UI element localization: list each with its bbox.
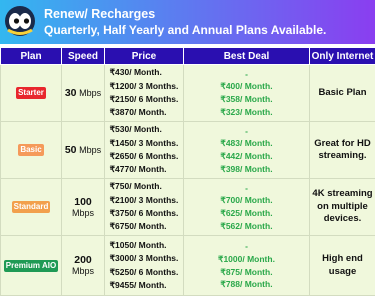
price-line: ₹2150/ 6 Months. <box>109 94 179 104</box>
price-line: ₹9455/ Month. <box>109 279 167 290</box>
deal-line: ₹875/ Month. <box>220 266 273 277</box>
speed-unit: Mbps <box>79 145 102 155</box>
plan-cell: Premium AIO <box>0 235 62 296</box>
price-line: ₹530/ Month. <box>109 124 162 135</box>
plan-cell: Basic <box>0 121 62 179</box>
table-row: Premium AIO 200 Mbps ₹1050/ Month. ₹3000/ 3… <box>0 235 375 296</box>
deal-list: - ₹400/ Month. ₹358/ Month. ₹323/ Month. <box>220 68 272 118</box>
deal-line: ₹625/ Month. <box>220 208 273 218</box>
column-header-only-internet: Only Internet <box>309 47 375 65</box>
column-header-speed: Speed <box>61 47 105 65</box>
deal-list: - ₹700/ Month. ₹625/ Month. ₹562/ Month. <box>220 182 272 232</box>
speed-unit: Mbps <box>79 88 102 98</box>
header-banner: Renew/ Recharges Quarterly, Half Yearly … <box>0 0 375 44</box>
column-header-plan: Plan <box>0 47 62 65</box>
price-line: ₹750/ Month. <box>109 181 162 192</box>
price-cell: ₹530/ Month. ₹1450/ 3 Months. ₹2650/ 6 Mon… <box>104 121 184 179</box>
banner-title: Renew/ Recharges <box>44 7 156 21</box>
column-header-price: Price <box>104 47 184 65</box>
table-row: Starter 30 Mbps ₹430/ Month. ₹1200/ 3 Month… <box>0 64 375 122</box>
price-cell: ₹1050/ Month. ₹3000/ 3 Months. ₹5250/ 6 Mo… <box>104 235 184 296</box>
price-list: ₹1050/ Month. ₹3000/ 3 Months. ₹5250/ 6 Mo… <box>110 239 179 292</box>
price-line: ₹1200/ 3 Months. <box>109 80 179 91</box>
speed-value: 50 <box>64 144 77 156</box>
price-line: ₹4770/ Month. <box>109 164 167 175</box>
price-line: ₹6750/ Month. <box>109 221 167 232</box>
speed-cell: 50 Mbps <box>61 121 105 179</box>
deal-line: ₹442/ Month. <box>220 151 273 161</box>
price-list: ₹750/ Month. ₹2100/ 3 Months. ₹3750/ 6 Mon… <box>110 180 179 233</box>
plans-table: Plan Speed Price Best Deal Only Internet… <box>0 47 375 296</box>
price-list: ₹530/ Month. ₹1450/ 3 Months. ₹2650/ 6 Mon… <box>110 123 179 176</box>
deal-line: - <box>245 68 248 79</box>
price-line: ₹2650/ 6 Months. <box>109 151 179 161</box>
deal-line: - <box>245 241 248 252</box>
speed-unit: Mbps <box>71 207 94 218</box>
price-line: ₹1050/ Month. <box>109 239 167 250</box>
only-internet-cell: High end usage <box>309 235 375 296</box>
speed-value: 30 <box>64 87 77 99</box>
plan-badge[interactable]: Standard <box>11 201 51 213</box>
deal-line: ₹400/ Month. <box>220 81 273 92</box>
column-header-best-deal: Best Deal <box>183 47 310 65</box>
price-cell: ₹430/ Month. ₹1200/ 3 Months. ₹2150/ 6 Mon… <box>104 64 184 122</box>
deal-line: ₹700/ Month. <box>220 195 273 206</box>
plan-badge[interactable]: Starter <box>16 87 46 99</box>
price-cell: ₹750/ Month. ₹2100/ 3 Months. ₹3750/ 6 Mon… <box>104 178 184 236</box>
plan-badge[interactable]: Premium AIO <box>3 259 59 272</box>
plan-badge[interactable]: Basic <box>18 144 44 156</box>
only-internet-cell: Basic Plan <box>309 64 375 122</box>
deal-list: - ₹1000/ Month. ₹875/ Month. ₹788/ Month. <box>218 240 275 290</box>
price-line: ₹3000/ 3 Months. <box>109 253 179 264</box>
best-deal-cell: - ₹1000/ Month. ₹875/ Month. ₹788/ Month. <box>183 235 310 296</box>
deal-line: - <box>245 182 248 193</box>
speed-cell: 30 Mbps <box>61 64 105 122</box>
table-header-row: Plan Speed Price Best Deal Only Internet <box>0 47 375 65</box>
deal-line: ₹323/ Month. <box>220 106 273 117</box>
deal-line: ₹562/ Month. <box>220 220 273 231</box>
speed-value: 100 <box>74 195 92 208</box>
price-line: ₹5250/ 6 Months. <box>109 266 179 277</box>
only-internet-cell: 4K streaming on multiple devices. <box>309 178 375 236</box>
speed-unit: Mbps <box>71 266 94 276</box>
price-line: ₹2100/ 3 Months. <box>109 194 179 205</box>
price-line: ₹3870/ Month. <box>109 107 167 118</box>
deal-line: ₹358/ Month. <box>220 94 273 104</box>
deal-line: - <box>245 125 248 136</box>
best-deal-cell: - ₹483/ Month. ₹442/ Month. ₹398/ Month. <box>183 121 310 179</box>
price-line: ₹430/ Month. <box>109 67 162 78</box>
price-list: ₹430/ Month. ₹1200/ 3 Months. ₹2150/ 6 Mon… <box>110 66 179 119</box>
plan-cell: Starter <box>0 64 62 122</box>
banner-subtitle: Quarterly, Half Yearly and Annual Plans … <box>44 23 327 37</box>
table-row: Basic 50 Mbps ₹530/ Month. ₹1450/ 3 Months.… <box>0 121 375 179</box>
speed-cell: 200 Mbps <box>61 235 105 296</box>
deal-line: ₹483/ Month. <box>220 138 273 149</box>
price-line: ₹1450/ 3 Months. <box>109 137 179 148</box>
best-deal-cell: - ₹700/ Month. ₹625/ Month. ₹562/ Month. <box>183 178 310 236</box>
best-deal-cell: - ₹400/ Month. ₹358/ Month. ₹323/ Month. <box>183 64 310 122</box>
table-row: Standard 100 Mbps ₹750/ Month. ₹2100/ 3 Mon… <box>0 178 375 236</box>
speed-value: 200 <box>74 254 92 266</box>
price-line: ₹3750/ 6 Months. <box>109 208 179 218</box>
deal-line: ₹1000/ Month. <box>218 253 275 264</box>
eyes-icon <box>5 6 35 36</box>
deal-line: ₹788/ Month. <box>220 279 273 290</box>
only-internet-cell: Great for HD streaming. <box>309 121 375 179</box>
plan-cell: Standard <box>0 178 62 236</box>
speed-cell: 100 Mbps <box>61 178 105 236</box>
deal-line: ₹398/ Month. <box>220 163 273 174</box>
deal-list: - ₹483/ Month. ₹442/ Month. ₹398/ Month. <box>220 125 272 175</box>
